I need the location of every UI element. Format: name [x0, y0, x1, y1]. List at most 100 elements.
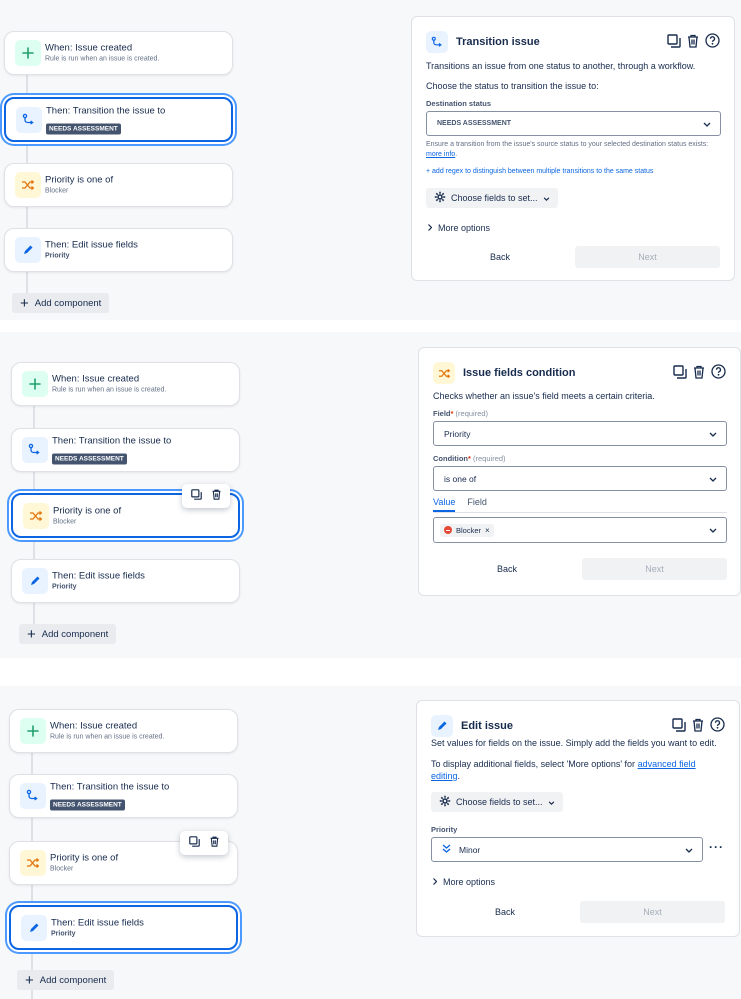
- value-field-tabs: Value Field: [433, 497, 487, 512]
- edit-card[interactable]: Then: Edit issue fields Priority: [9, 905, 238, 950]
- help-icon[interactable]: [711, 364, 726, 384]
- condition-card[interactable]: Priority is one of Blocker: [4, 163, 233, 207]
- transition-card[interactable]: Then: Transition the issue to NEEDS ASSE…: [11, 428, 240, 472]
- copy-icon[interactable]: [667, 33, 681, 53]
- edit-issue-panel: Edit issue Set values for fields on the …: [416, 700, 740, 937]
- plus-icon: +: [27, 625, 36, 643]
- pencil-icon: [431, 715, 453, 737]
- value-multi-select[interactable]: Blocker ×: [433, 517, 727, 543]
- edit-title: Then: Edit issue fields: [51, 917, 144, 928]
- condition-title: Priority is one of: [53, 505, 122, 516]
- plus-icon: [22, 371, 48, 397]
- copy-icon[interactable]: [673, 364, 687, 384]
- panel-description: Transitions an issue from one status to …: [426, 61, 696, 71]
- field-select[interactable]: Priority: [433, 421, 727, 446]
- transition-arrow-icon: [22, 437, 48, 463]
- chevron-down-icon: [685, 845, 693, 855]
- tab-value[interactable]: Value: [433, 497, 456, 512]
- more-options-label: More options: [443, 877, 496, 887]
- more-dots-icon[interactable]: ···: [709, 840, 724, 854]
- copy-icon[interactable]: [672, 717, 686, 737]
- transition-card[interactable]: Then: Transition the issue to NEEDS ASSE…: [9, 774, 238, 818]
- transition-card[interactable]: Then: Transition the issue to NEEDS ASSE…: [4, 97, 233, 142]
- next-button[interactable]: Next: [580, 901, 725, 923]
- more-options-toggle[interactable]: More options: [433, 877, 495, 887]
- trash-icon[interactable]: [691, 718, 705, 737]
- back-button[interactable]: Back: [433, 901, 577, 923]
- destination-status-select[interactable]: NEEDS ASSESSMENT: [426, 111, 721, 136]
- choose-fields-button[interactable]: Choose fields to set...: [426, 188, 558, 208]
- next-button[interactable]: Next: [582, 558, 727, 580]
- edit-card[interactable]: Then: Edit issue fields Priority: [11, 559, 240, 603]
- screen-edit-issue: When: Issue created Rule is run when an …: [0, 686, 741, 999]
- condition-label-text: Condition: [433, 454, 468, 463]
- plus-icon: [15, 40, 41, 66]
- advanced-field-editing-link[interactable]: advanced field: [638, 759, 696, 769]
- condition-subtitle: Blocker: [45, 187, 69, 195]
- trigger-card[interactable]: When: Issue created Rule is run when an …: [4, 31, 233, 75]
- priority-label: Priority: [431, 825, 458, 834]
- chevron-down-icon: [709, 474, 717, 484]
- trash-icon[interactable]: [211, 487, 222, 505]
- panel-description: Checks whether an issue's field meets a …: [433, 391, 655, 401]
- panel-title: Issue fields condition: [463, 367, 576, 379]
- edit-card[interactable]: Then: Edit issue fields Priority: [4, 228, 233, 272]
- transition-title: Then: Transition the issue to: [52, 435, 172, 447]
- condition-select[interactable]: is one of: [433, 466, 727, 491]
- trash-icon[interactable]: [686, 34, 700, 53]
- required-hint: (required): [455, 409, 489, 418]
- trash-icon[interactable]: [209, 834, 220, 852]
- field-label-text: Field: [433, 409, 451, 418]
- remove-chip-icon[interactable]: ×: [485, 526, 490, 535]
- add-component-button[interactable]: + Add component: [12, 293, 110, 313]
- more-options-toggle[interactable]: More options: [428, 223, 490, 233]
- trigger-title: When: Issue created: [45, 42, 133, 54]
- edit-title: Then: Edit issue fields: [52, 570, 145, 582]
- transition-arrow-icon: [16, 106, 42, 133]
- chevron-right-icon: [433, 877, 438, 887]
- back-button[interactable]: Back: [435, 558, 579, 580]
- tab-field[interactable]: Field: [467, 497, 487, 512]
- card-action-toolbar: [180, 831, 228, 855]
- add-component-button[interactable]: + Add component: [19, 624, 117, 644]
- help-icon[interactable]: [710, 717, 725, 737]
- trigger-card[interactable]: When: Issue created Rule is run when an …: [11, 362, 240, 406]
- copy-icon[interactable]: [188, 834, 200, 852]
- add-regex-link[interactable]: + add regex to distinguish between multi…: [426, 168, 653, 175]
- next-button[interactable]: Next: [575, 246, 720, 268]
- priority-select[interactable]: Minor: [431, 837, 703, 862]
- hint-text: To display additional fields, select 'Mo…: [431, 759, 636, 769]
- pencil-icon: [15, 237, 41, 263]
- copy-icon[interactable]: [190, 487, 202, 505]
- chevron-down-icon: [548, 797, 555, 807]
- back-button[interactable]: Back: [428, 246, 572, 268]
- panel-title: Transition issue: [456, 36, 540, 48]
- advanced-editing-hint: To display additional fields, select 'Mo…: [431, 758, 721, 782]
- add-component-button[interactable]: + Add component: [17, 970, 115, 990]
- priority-value: Minor: [459, 844, 481, 855]
- add-component-label: Add component: [41, 628, 109, 640]
- advanced-field-editing-link-cont[interactable]: editing: [431, 771, 458, 781]
- pencil-icon: [22, 568, 48, 594]
- shuffle-icon: [15, 172, 41, 198]
- add-component-label: Add component: [34, 297, 102, 309]
- transition-issue-panel: Transition issue Transitions an issue fr…: [411, 16, 735, 281]
- chevron-down-icon: [543, 193, 550, 203]
- edit-subtitle: Priority: [51, 930, 76, 937]
- more-info-link[interactable]: more info: [426, 151, 455, 158]
- status-lozenge: NEEDS ASSESSMENT: [46, 123, 121, 134]
- blocker-priority-icon: [444, 526, 452, 534]
- blocker-chip: Blocker ×: [440, 523, 494, 537]
- choose-fields-button[interactable]: Choose fields to set...: [431, 792, 563, 812]
- chevron-right-icon: [428, 223, 433, 233]
- card-action-toolbar: [182, 484, 230, 508]
- trash-icon[interactable]: [692, 365, 706, 384]
- pencil-icon: [21, 914, 47, 941]
- edit-subtitle: Priority: [52, 583, 77, 591]
- required-hint: (required): [473, 454, 506, 463]
- trigger-card[interactable]: When: Issue created Rule is run when an …: [9, 709, 238, 753]
- screen-transition-issue: When: Issue created Rule is run when an …: [0, 0, 741, 320]
- chip-label: Blocker: [456, 525, 482, 535]
- status-lozenge: NEEDS ASSESSMENT: [50, 799, 125, 811]
- help-icon[interactable]: [705, 33, 720, 53]
